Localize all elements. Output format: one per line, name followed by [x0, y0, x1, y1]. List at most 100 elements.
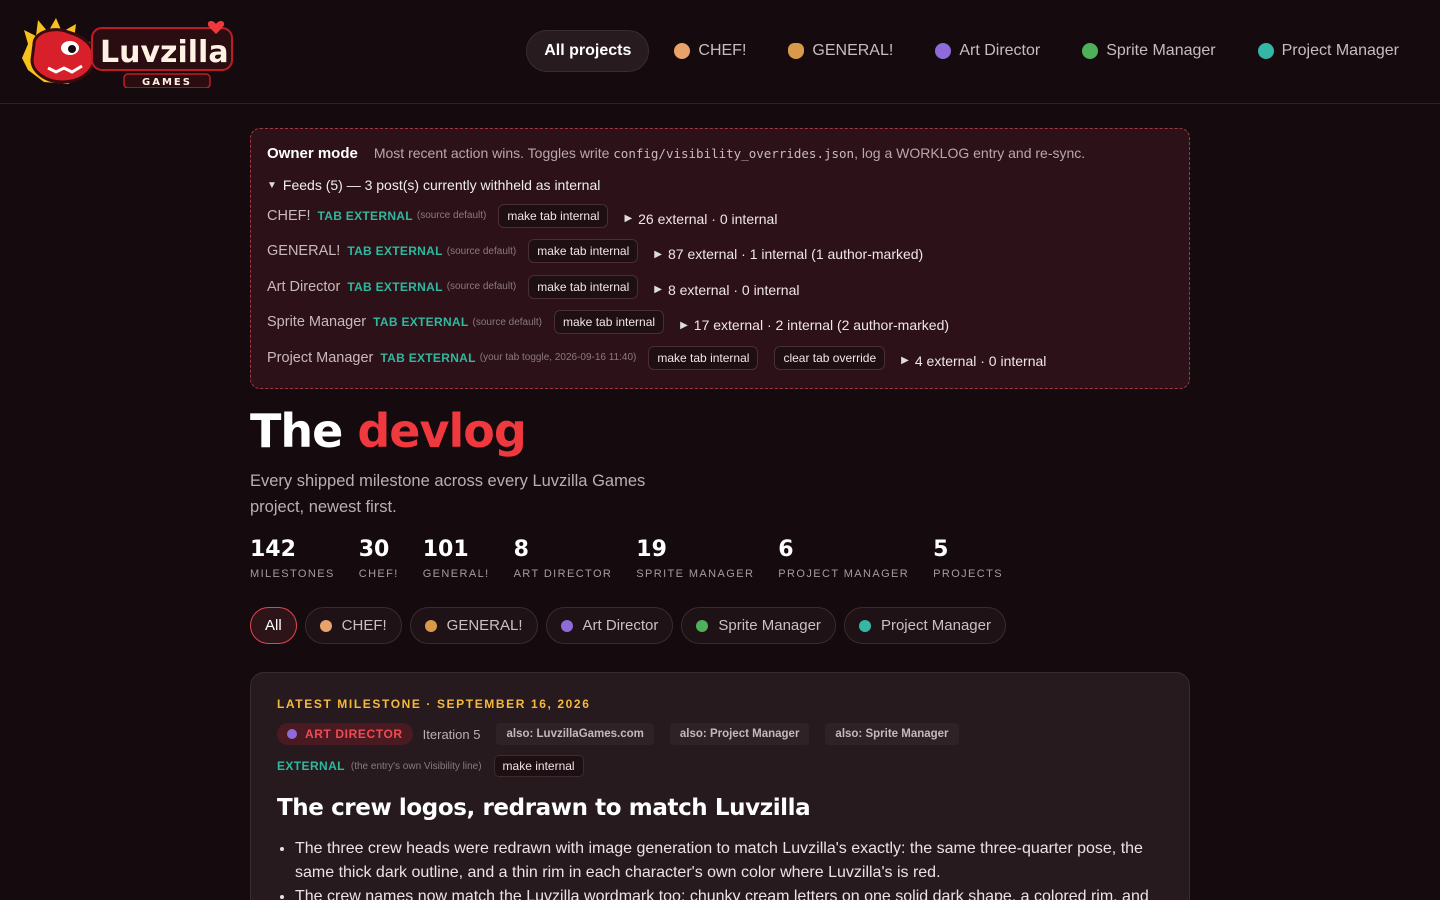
clear-tab-override-button[interactable]: clear tab override	[774, 345, 886, 370]
nav-label: CHEF!	[698, 42, 747, 59]
visibility-source: (the entry's own Visibility line)	[350, 760, 482, 772]
owner-mode-panel: Owner mode Most recent action wins. Togg…	[250, 128, 1190, 389]
milestone-card: LATEST MILESTONE · SEPTEMBER 16, 2026 AR…	[250, 672, 1190, 900]
make-internal-button[interactable]: make internal	[493, 755, 584, 777]
nav-label: Sprite Manager	[1106, 42, 1216, 59]
milestone-bullets: The three crew heads were redrawn with i…	[277, 837, 1163, 900]
caret-right-icon: ▶	[901, 355, 909, 366]
filter-all[interactable]: All	[250, 607, 297, 644]
nav-sprite-manager[interactable]: Sprite Manager	[1065, 30, 1232, 72]
nav-chef[interactable]: CHEF!	[657, 30, 763, 72]
filter-chef[interactable]: CHEF!	[304, 607, 402, 644]
caret-right-icon: ▶	[654, 248, 662, 260]
general-icon	[424, 619, 437, 632]
stat-chef: 30 CHEF!	[358, 537, 399, 580]
sprite-manager-icon	[1082, 43, 1099, 59]
make-tab-internal-button[interactable]: make tab internal	[528, 239, 639, 263]
stat-sprite-manager: 19 SPRITE MANAGER	[636, 537, 755, 580]
nav-art-director[interactable]: Art Director	[918, 30, 1057, 72]
caret-down-icon: ▼	[267, 179, 277, 191]
feeds-summary: Feeds (5) — 3 post(s) currently withheld…	[282, 177, 601, 193]
feed-counts-toggle[interactable]: ▶ 87 external · 1 internal (1 author-mark…	[654, 246, 923, 262]
filter-project-manager[interactable]: Project Manager	[843, 607, 1006, 644]
filter-general[interactable]: GENERAL!	[409, 607, 538, 644]
chef-icon	[319, 619, 332, 632]
nav-label: All projects	[544, 42, 632, 59]
make-tab-internal-button[interactable]: make tab internal	[648, 345, 759, 370]
caret-right-icon: ▶	[654, 284, 662, 295]
nav-label: GENERAL!	[812, 42, 894, 59]
feed-counts-toggle[interactable]: ▶ 17 external · 2 internal (2 author-mark…	[680, 317, 949, 333]
feed-row-sprite-manager: Sprite Manager TAB EXTERNAL (source defa…	[267, 309, 1173, 335]
feed-counts-toggle[interactable]: ▶ 4 external · 0 internal	[901, 353, 1046, 369]
logo-graphic: Luvzilla GAMES	[22, 18, 233, 88]
filter-chips: All CHEF! GENERAL! Art Director Sprite M…	[250, 607, 1006, 645]
milestone-tags: ART DIRECTOR Iteration 5 also: LuvzillaG…	[277, 723, 1163, 745]
config-path: config/visibility_overrides.json	[613, 146, 855, 161]
feed-row-chef: CHEF! TAB EXTERNAL (source default) make…	[267, 203, 1173, 229]
tab-source: (source default)	[446, 281, 517, 292]
owner-header: Owner mode Most recent action wins. Togg…	[267, 145, 1173, 163]
tab-status: TAB EXTERNAL	[380, 350, 476, 365]
tab-source: (source default)	[416, 210, 487, 221]
sprite-manager-icon	[696, 619, 709, 632]
stats-row: 142 MILESTONES 30 CHEF! 101 GENERAL! 8 ART D…	[250, 537, 1003, 580]
feed-row-general: GENERAL! TAB EXTERNAL (source default) m…	[267, 238, 1173, 264]
list-item: The three crew heads were redrawn with i…	[295, 837, 1163, 885]
feed-row-project-manager: Project Manager TAB EXTERNAL (your tab t…	[267, 345, 1173, 371]
tab-status: TAB EXTERNAL	[347, 244, 443, 258]
feed-name: Sprite Manager	[267, 314, 367, 330]
feed-row-art-director: Art Director TAB EXTERNAL (source defaul…	[267, 274, 1173, 300]
filter-art-director[interactable]: Art Director	[545, 607, 674, 644]
stat-milestones: 142 MILESTONES	[250, 537, 335, 580]
project-nav: All projects CHEF! GENERAL! Art Director…	[526, 30, 1416, 72]
make-tab-internal-button[interactable]: make tab internal	[554, 310, 665, 334]
milestone-title: The crew logos, redrawn to match Luvzill…	[277, 795, 811, 821]
art-director-icon	[560, 619, 573, 632]
nav-general[interactable]: GENERAL!	[771, 30, 910, 72]
page-subtitle: Every shipped milestone across every Luv…	[250, 472, 646, 516]
nav-all-projects[interactable]: All projects	[526, 30, 650, 72]
feed-counts-toggle[interactable]: ▶ 8 external · 0 internal	[654, 282, 799, 298]
tab-status: TAB EXTERNAL	[317, 208, 413, 223]
make-tab-internal-button[interactable]: make tab internal	[528, 274, 639, 299]
owner-title: Owner mode	[267, 145, 358, 162]
feeds-toggle[interactable]: ▼ Feeds (5) — 3 post(s) currently withhe…	[267, 177, 1173, 193]
milestone-kicker: LATEST MILESTONE · SEPTEMBER 16, 2026	[277, 697, 591, 711]
project-manager-icon	[858, 619, 871, 632]
tab-source: (source default)	[446, 245, 517, 257]
nav-project-manager[interactable]: Project Manager	[1241, 30, 1416, 72]
owner-note: Most recent action wins. Toggles write c…	[373, 145, 1086, 161]
tab-status: TAB EXTERNAL	[347, 279, 443, 294]
nav-label: Project Manager	[1281, 42, 1399, 59]
art-director-icon	[287, 729, 297, 739]
feed-name: GENERAL!	[267, 243, 341, 259]
project-manager-icon	[1257, 43, 1274, 59]
iteration-label: Iteration 5	[422, 726, 481, 742]
feed-name: Project Manager	[267, 349, 374, 366]
stat-projects: 5 PROJECTS	[933, 537, 1003, 580]
tab-status: TAB EXTERNAL	[373, 315, 469, 329]
feed-counts-toggle[interactable]: ▶ 26 external · 0 internal	[624, 211, 777, 227]
filter-sprite-manager[interactable]: Sprite Manager	[681, 607, 836, 644]
also-tag[interactable]: also: LuvzillaGames.com	[496, 723, 654, 745]
caret-right-icon: ▶	[680, 319, 688, 331]
page-title: The devlog	[250, 404, 527, 458]
stat-art-director: 8 ART DIRECTOR	[513, 537, 613, 580]
chef-icon	[674, 43, 691, 59]
stat-project-manager: 6 PROJECT MANAGER	[778, 537, 910, 580]
project-tag[interactable]: ART DIRECTOR	[277, 723, 413, 745]
stat-general: 101 GENERAL!	[422, 537, 490, 580]
general-icon	[788, 43, 805, 59]
feed-name: CHEF!	[267, 207, 311, 224]
tab-source: (your tab toggle, 2026-09-16 11:40)	[479, 352, 637, 363]
make-tab-internal-button[interactable]: make tab internal	[498, 203, 609, 228]
nav-label: Art Director	[959, 42, 1041, 59]
top-bar: Luvzilla GAMES All projects CHEF! GENERA…	[0, 0, 1440, 104]
title-accent: devlog	[357, 404, 526, 458]
also-tag[interactable]: also: Project Manager	[669, 723, 810, 745]
also-tag[interactable]: also: Sprite Manager	[825, 723, 959, 745]
caret-right-icon: ▶	[624, 213, 633, 224]
visibility-status: EXTERNAL	[277, 759, 345, 773]
luvzilla-logo[interactable]: Luvzilla GAMES	[20, 14, 234, 88]
